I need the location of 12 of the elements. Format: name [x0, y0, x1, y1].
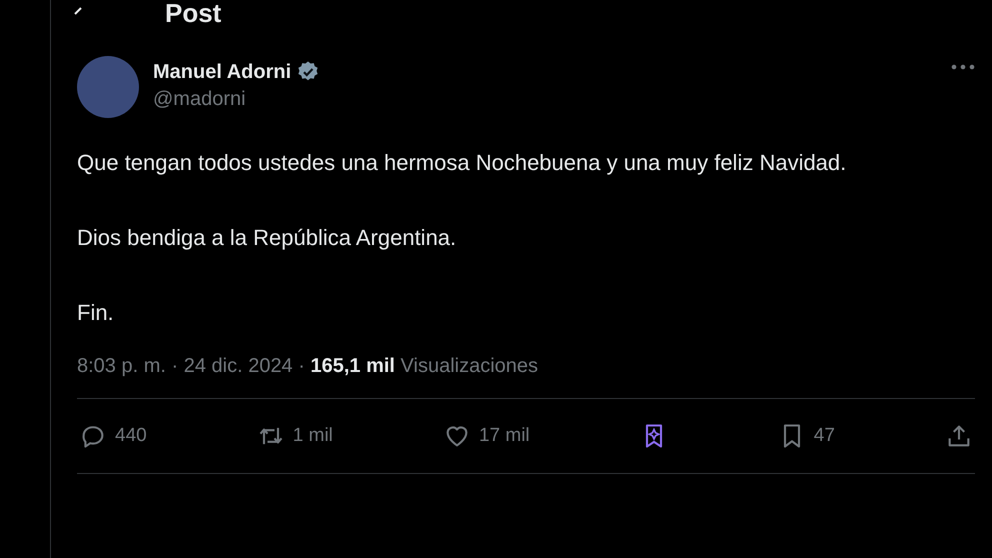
post-text: Dios bendiga a la República Argentina. — [77, 224, 458, 252]
reply-button[interactable]: 440 — [79, 422, 147, 450]
page-title: Post — [165, 0, 222, 28]
author-handle[interactable]: @madorni — [153, 88, 246, 111]
bookmark-button[interactable]: 47 — [778, 422, 835, 450]
post-text: Fin. — [77, 299, 115, 327]
like-button[interactable]: 17 mil — [442, 422, 530, 450]
more-options-icon[interactable] — [951, 64, 975, 70]
author-name[interactable]: Manuel Adorni — [153, 60, 292, 84]
post-timestamp-views: 8:03 p. m. · 24 dic. 2024 · 165,1 mil Visualizaciones — [77, 355, 538, 378]
repost-button[interactable]: 1 mil — [256, 422, 333, 450]
post-text: Que tengan todos ustedes una hermosa Nochebuena y una muy feliz Navidad. — [77, 149, 848, 177]
